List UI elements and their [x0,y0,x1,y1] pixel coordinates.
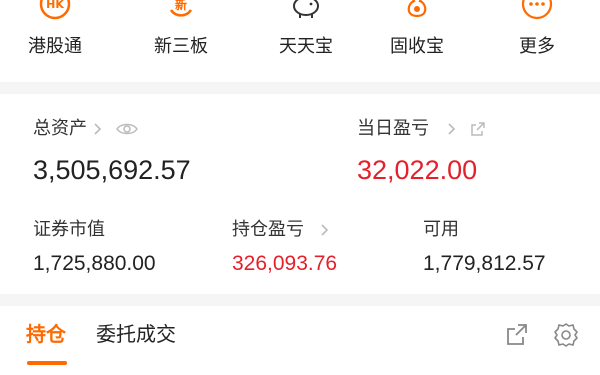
new-third-board-icon: 新 [169,0,193,17]
shortcut-label: 港股通 [28,36,82,57]
chevron-right-icon[interactable] [92,122,104,136]
total-assets-value: 3,505,692.57 [33,155,191,185]
shortcut-guoshoubao[interactable]: 固收宝 [367,0,467,82]
daily-pl-label: 当日盈亏 [357,118,429,139]
assets-card: 总资产 3,505,692.57 当日盈亏 32,022.00 证券市值 1,7… [0,94,600,294]
daily-pl-value: 32,022.00 [357,155,478,185]
shortcut-more[interactable]: 更多 [487,0,587,82]
position-pl-value: 326,093.76 [232,252,338,275]
hk-icon: HK [39,0,71,20]
money-bag-icon [407,0,427,18]
market-value: 1,725,880.00 [33,252,156,275]
shortcut-hk-connect[interactable]: HK 港股通 [5,0,105,82]
tab-holdings[interactable]: 持仓 [26,321,66,347]
active-tab-indicator [27,361,67,365]
position-pl-label: 持仓盈亏 [232,219,304,240]
eye-icon[interactable] [116,122,138,136]
shortcut-label: 更多 [519,36,555,57]
hk-badge: HK [46,0,64,11]
available-value: 1,779,812.57 [423,252,546,275]
shortcut-label: 天天宝 [279,36,333,57]
external-link-icon[interactable] [470,121,486,137]
shortcut-label: 固收宝 [390,36,444,57]
tab-orders-trades[interactable]: 委托成交 [96,321,176,347]
shortcut-bar: HK 港股通 新 新三板 天天宝 固收宝 更多 [0,0,600,82]
gear-icon[interactable] [553,322,579,348]
holdings-tabs: 持仓 委托成交 [0,306,600,375]
available-label: 可用 [423,219,459,240]
total-assets-label: 总资产 [33,118,87,139]
market-value-label: 证券市值 [33,219,105,240]
chevron-right-icon[interactable] [446,122,458,136]
shortcut-new-third-board[interactable]: 新 新三板 [131,0,231,82]
piggy-bank-icon [293,0,319,18]
new-badge: 新 [175,0,187,12]
more-icon [521,0,553,20]
share-icon[interactable] [504,322,530,348]
shortcut-label: 新三板 [154,36,208,57]
shortcut-tiantianbao[interactable]: 天天宝 [256,0,356,82]
chevron-right-icon[interactable] [319,223,331,237]
